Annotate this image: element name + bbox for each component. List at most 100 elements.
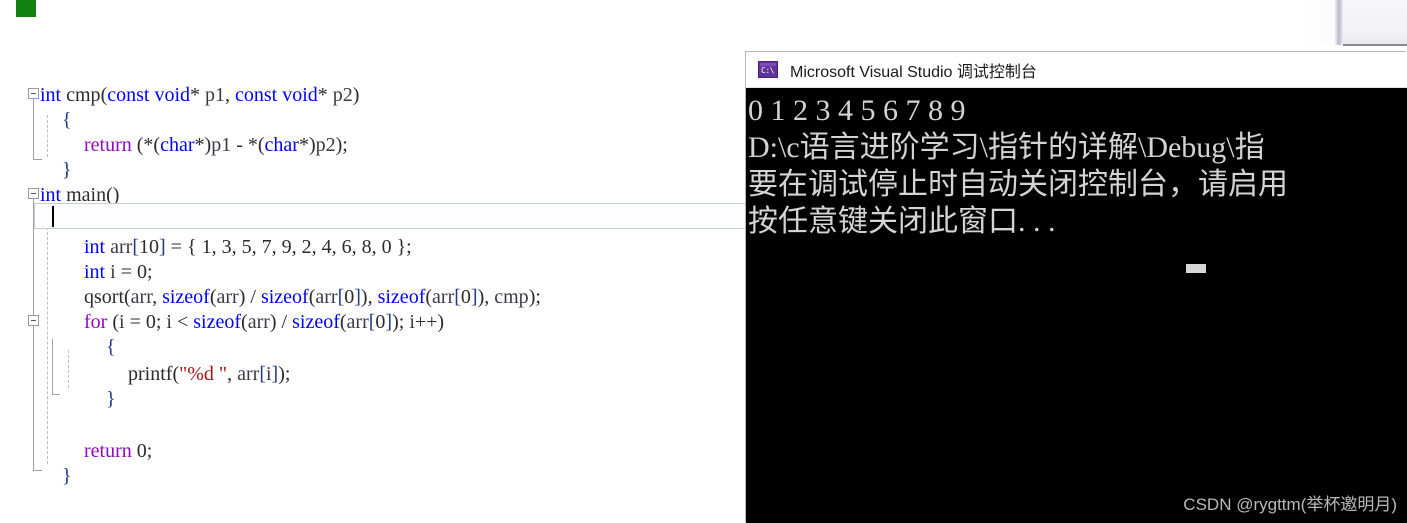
code-token: arr	[110, 236, 133, 258]
console-line: 要在调试停止时自动关闭控制台，请启用	[748, 168, 1288, 201]
code-token: "%d "	[179, 363, 228, 385]
code-token: [	[259, 363, 266, 385]
code-token: <	[171, 311, 194, 333]
code-token: (	[107, 311, 119, 333]
code-token: ),	[360, 286, 378, 308]
code-token: }	[62, 465, 72, 487]
code-token: 1, 3, 5, 7, 9, 2, 4, 6, 8, 0	[201, 236, 392, 258]
code-token: [	[132, 236, 139, 258]
code-text-area[interactable]: int cmp(const void* p1, const void* p2){…	[0, 60, 746, 523]
code-token: qsort	[84, 286, 124, 308]
code-token: arr	[346, 311, 369, 333]
console-title-text: Microsoft Visual Studio 调试控制台	[790, 63, 1037, 81]
code-token: void	[282, 84, 318, 106]
docked-panel-edge	[1343, 44, 1407, 46]
code-token: ) /	[269, 311, 293, 333]
code-token: [	[454, 286, 461, 308]
code-token: printf	[128, 363, 173, 385]
code-line[interactable]: int i = 0;	[84, 260, 153, 285]
code-token: 10	[139, 236, 159, 258]
console-window-icon: C:\	[758, 61, 778, 78]
code-token: ]	[159, 236, 166, 258]
code-token: p1	[211, 134, 232, 156]
code-token: ,	[227, 363, 238, 385]
code-token: 0	[145, 311, 156, 333]
code-token: sizeof	[193, 311, 242, 333]
code-token: int	[40, 84, 67, 106]
code-token: 0	[375, 311, 386, 333]
code-line[interactable]: for (i = 0; i < sizeof(arr) / sizeof(arr…	[84, 310, 444, 335]
code-line[interactable]: return (*(char*)p1 - *(char*)p2);	[84, 133, 348, 158]
code-token: ++)	[414, 311, 445, 333]
code-token: sizeof	[377, 286, 426, 308]
watermark-text: CSDN @rygttm(举杯邀明月)	[1183, 495, 1397, 514]
code-token: char	[264, 134, 299, 156]
code-token: = {	[165, 236, 202, 258]
code-token: *)	[194, 134, 212, 156]
code-line[interactable]: int cmp(const void* p1, const void* p2)	[40, 83, 359, 108]
code-token: const	[235, 84, 278, 106]
code-line[interactable]: }	[62, 464, 72, 489]
code-token: sizeof	[162, 286, 210, 308]
code-line[interactable]: return 0;	[84, 439, 152, 464]
code-token: char	[160, 134, 195, 156]
console-icon-label: C:\	[761, 66, 774, 75]
code-token: arr	[247, 311, 270, 333]
code-line[interactable]: {	[62, 108, 72, 133]
docked-panel-stub[interactable]	[1343, 0, 1407, 45]
code-token: cmp	[494, 286, 529, 308]
code-token: =	[124, 311, 146, 333]
code-token: }	[106, 388, 116, 410]
editor-top-fade	[1250, 0, 1340, 45]
collapse-box-for	[28, 315, 39, 326]
code-token: =	[115, 261, 137, 283]
code-token: );	[528, 286, 541, 308]
code-token: arr	[432, 286, 455, 308]
code-token: p1	[205, 84, 226, 106]
code-token: );	[335, 134, 348, 156]
console-output-text: 0 1 2 3 4 5 6 7 8 9 D:\c语言进阶学习\指针的详解\Debu…	[748, 92, 1288, 240]
code-token: ;	[146, 440, 153, 462]
console-caret	[1186, 264, 1206, 273]
code-token: void	[154, 84, 191, 106]
code-line[interactable]: qsort(arr, sizeof(arr) / sizeof(arr[0]),…	[84, 285, 541, 310]
code-token: 0	[136, 261, 147, 283]
code-token: for	[84, 311, 108, 333]
code-token: {	[106, 336, 116, 358]
code-token: arr	[216, 286, 239, 308]
panel-splitter[interactable]	[1334, 0, 1343, 45]
code-token: (	[124, 286, 131, 308]
code-token: );	[392, 311, 410, 333]
code-token: p2	[332, 84, 353, 106]
console-output-body[interactable]: 0 1 2 3 4 5 6 7 8 9 D:\c语言进阶学习\指针的详解\Debu…	[746, 88, 1407, 523]
code-line[interactable]: printf("%d ", arr[i]);	[128, 362, 290, 387]
code-token: p2	[315, 134, 336, 156]
code-token: };	[391, 236, 412, 258]
code-token: (*(	[131, 134, 161, 156]
code-line[interactable]: }	[106, 387, 116, 412]
code-token: ]	[470, 286, 478, 308]
code-line[interactable]: int arr[10] = { 1, 3, 5, 7, 9, 2, 4, 6, …	[84, 235, 412, 260]
code-token: sizeof	[292, 311, 340, 333]
code-token: arr	[237, 363, 260, 385]
code-token: {	[62, 109, 72, 131]
code-token: return	[84, 440, 132, 462]
console-titlebar[interactable]: C:\ Microsoft Visual Studio 调试控制台	[746, 52, 1407, 88]
code-token: arr	[130, 286, 153, 308]
code-token: arr	[315, 286, 338, 308]
code-token: 0	[136, 440, 147, 462]
code-token: 0	[460, 286, 471, 308]
code-line[interactable]: }	[62, 158, 72, 183]
code-token: int	[84, 261, 111, 283]
code-token: sizeof	[260, 286, 309, 308]
debug-console-window[interactable]: C:\ Microsoft Visual Studio 调试控制台 0 1 2 …	[746, 52, 1407, 523]
code-line[interactable]: {	[106, 335, 116, 360]
code-token: *)	[298, 134, 316, 156]
collapse-box-cmp	[28, 88, 39, 99]
code-token: ]	[354, 286, 361, 308]
code-token: ) /	[238, 286, 261, 308]
code-token: }	[62, 159, 72, 181]
code-token: cmp	[66, 84, 101, 106]
change-marker-stub	[16, 0, 36, 17]
collapse-box-main	[28, 188, 39, 199]
